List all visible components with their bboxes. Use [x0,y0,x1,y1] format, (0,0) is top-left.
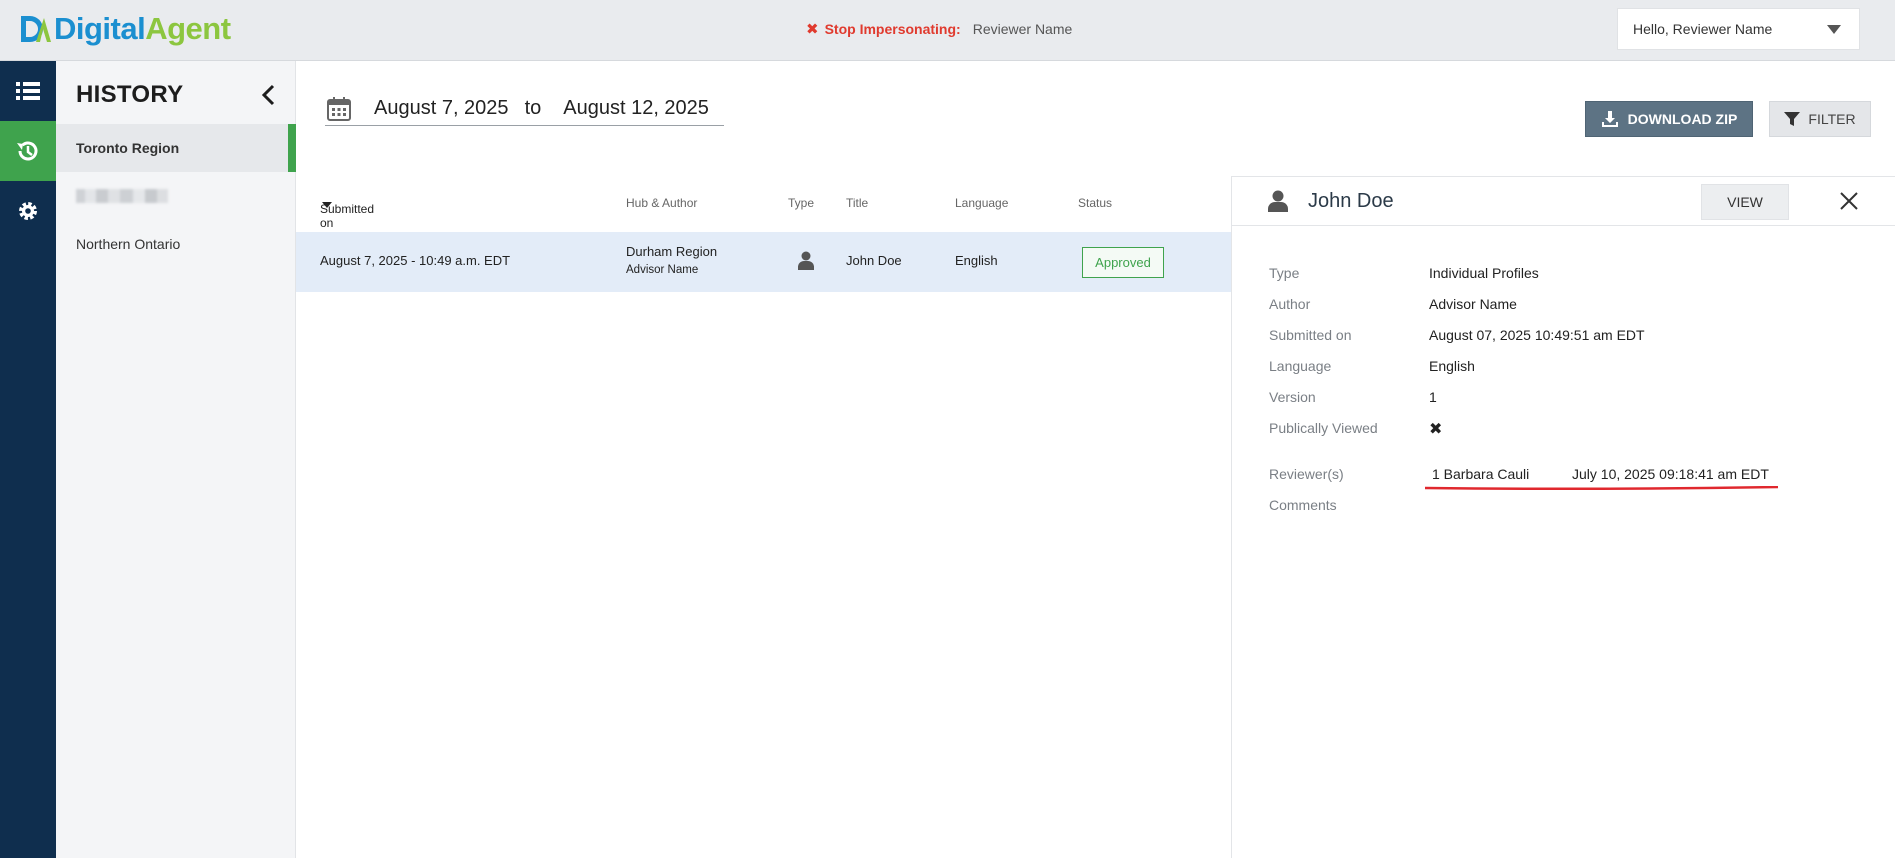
stop-impersonating-label[interactable]: Stop Impersonating: [825,21,961,37]
logo-text-agent: Agent [145,11,231,46]
nav-rail [0,61,56,858]
view-button[interactable]: VIEW [1701,184,1789,220]
field-value: Individual Profiles [1429,265,1539,281]
row-submitted-on: August 7, 2025 - 10:49 a.m. EDT [320,253,511,268]
row-title: John Doe [846,253,902,268]
nav-history-button[interactable] [0,121,56,181]
date-to[interactable]: August 12, 2025 [563,97,709,120]
sidebar-title: HISTORY [76,81,184,108]
sidebar-item-northern-ontario[interactable]: Northern Ontario [56,220,296,268]
column-header-hub-author[interactable]: Hub & Author [626,196,697,210]
detail-panel-header: John Doe VIEW [1232,177,1895,226]
sort-desc-icon [322,202,332,208]
detail-panel: John Doe VIEW Type Individual Profiles A… [1231,176,1895,858]
filter-label: FILTER [1808,111,1856,127]
nav-list-button[interactable] [0,61,56,121]
history-icon [17,141,38,161]
field-label: Submitted on [1269,327,1352,343]
digital-agent-logo[interactable]: DigitalAgent [18,10,231,48]
field-label: Publically Viewed [1269,420,1378,436]
field-value: Advisor Name [1429,296,1517,312]
person-icon [798,251,814,270]
chevron-down-icon [1827,25,1841,34]
field-value: 1 [1429,389,1437,405]
column-header-type[interactable]: Type [788,196,814,210]
table-header: Submitted on Hub & Author Type Title Lan… [296,190,1232,230]
calendar-icon [327,96,351,121]
download-zip-button[interactable]: DOWNLOAD ZIP [1585,101,1753,137]
person-icon [1268,190,1288,212]
status-badge: Approved [1082,247,1164,278]
table-row[interactable]: August 7, 2025 - 10:49 a.m. EDT Durham R… [296,232,1232,292]
impersonated-user-name: Reviewer Name [972,21,1073,37]
filter-icon [1784,112,1801,126]
row-author: Advisor Name [626,264,699,276]
row-language: English [955,253,998,268]
close-icon[interactable] [1838,190,1860,212]
download-icon [1601,111,1618,127]
user-menu-dropdown[interactable]: Hello, Reviewer Name [1617,8,1860,50]
logo-mark-icon [21,16,51,42]
history-sidebar: HISTORY Toronto Region Northern Ontario [56,61,296,858]
field-label: Author [1269,296,1311,312]
field-label: Type [1269,265,1300,281]
date-range-picker[interactable]: August 7, 2025 to August 12, 2025 [325,92,724,126]
gear-icon [19,202,37,220]
field-label: Language [1269,358,1332,374]
list-icon [16,82,40,100]
annotation-underline [1424,486,1779,490]
column-header-title[interactable]: Title [846,196,868,210]
stop-impersonating[interactable]: ✖ Stop Impersonating: Reviewer Name [806,20,1072,38]
reviewer-date: July 10, 2025 09:18:41 am EDT [1572,466,1769,482]
date-from[interactable]: August 7, 2025 [374,97,509,120]
redacted-label [76,189,168,203]
nav-settings-button[interactable] [0,181,56,241]
logo-text-digital: Digital [54,11,146,46]
field-label: Comments [1269,497,1337,513]
field-label: Reviewer(s) [1269,466,1344,482]
detail-title: John Doe [1308,190,1394,212]
column-header-status[interactable]: Status [1078,196,1112,210]
field-value: English [1429,358,1475,374]
reviewer-link[interactable]: 1 Barbara Cauli [1432,466,1529,482]
sidebar-item-label: Toronto Region [76,140,180,156]
cross-icon: ✖ [1429,421,1443,438]
sidebar-item-redacted[interactable] [56,172,296,220]
field-label: Version [1269,389,1316,405]
user-greeting: Hello, Reviewer Name [1633,21,1773,37]
row-hub: Durham Region [626,244,718,259]
chevron-left-icon[interactable] [257,83,281,107]
top-bar: DigitalAgent ✖ Stop Impersonating: Revie… [0,0,1895,61]
column-header-language[interactable]: Language [955,196,1008,210]
sidebar-item-toronto-region[interactable]: Toronto Region [56,124,296,172]
sidebar-item-label: Northern Ontario [76,236,181,252]
close-icon: ✖ [806,21,819,38]
field-value: August 07, 2025 10:49:51 am EDT [1429,327,1645,343]
date-separator: to [524,97,542,119]
filter-button[interactable]: FILTER [1769,101,1871,137]
download-zip-label: DOWNLOAD ZIP [1627,111,1738,127]
